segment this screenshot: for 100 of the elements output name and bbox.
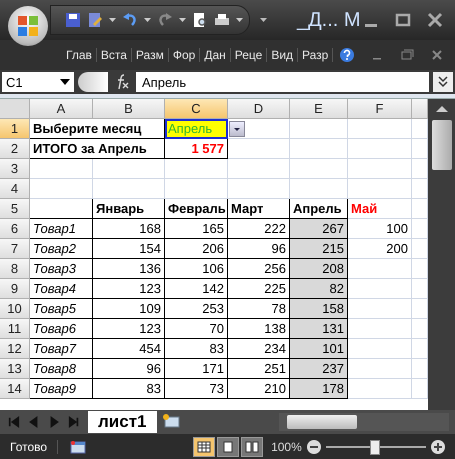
zoom-level[interactable]: 100%	[271, 440, 302, 454]
row-header[interactable]: 1	[0, 119, 30, 139]
macro-record-icon[interactable]	[70, 440, 86, 454]
ribbon-tab[interactable]: Разм	[132, 48, 169, 62]
row-header[interactable]: 14	[0, 379, 30, 399]
table-cell	[290, 139, 348, 159]
row-header[interactable]: 10	[0, 299, 30, 319]
highlighted-cell: 237	[290, 359, 348, 379]
maximize-icon[interactable]	[395, 12, 411, 28]
ribbon-tab[interactable]: Разр	[298, 48, 334, 62]
number-cell: 109	[93, 299, 165, 319]
sheet-tab[interactable]: лист1	[88, 411, 156, 433]
row-header[interactable]: 5	[0, 199, 30, 219]
number-cell: 100	[348, 219, 412, 239]
column-header[interactable]: F	[348, 99, 412, 119]
page-icon	[221, 441, 236, 453]
highlighted-cell: 267	[290, 219, 348, 239]
number-cell: 154	[93, 239, 165, 259]
row-header[interactable]: 12	[0, 339, 30, 359]
number-cell: 206	[165, 239, 228, 259]
column-header[interactable]: B	[93, 99, 165, 119]
table-cell	[93, 159, 165, 179]
ribbon-tab[interactable]: Фор	[168, 48, 200, 62]
row-header[interactable]: 4	[0, 179, 30, 199]
ribbon-tab[interactable]: Вид	[267, 48, 298, 62]
page-break-button[interactable]	[241, 437, 264, 457]
scroll-thumb[interactable]	[432, 120, 452, 170]
row-header[interactable]: 7	[0, 239, 30, 259]
customize-caret-icon[interactable]	[260, 18, 267, 22]
table-cell	[348, 139, 412, 159]
highlighted-cell: 208	[290, 259, 348, 279]
page-layout-button[interactable]	[217, 437, 240, 457]
formula-bar-handle[interactable]	[78, 72, 108, 92]
item-cell: Товар4	[30, 279, 93, 299]
caret-icon[interactable]	[60, 79, 70, 85]
table-cell	[348, 299, 412, 319]
save-icon[interactable]	[65, 12, 81, 28]
horizontal-scrollbar[interactable]	[279, 413, 449, 431]
printer-icon[interactable]	[214, 12, 230, 28]
window-title: _Д... М	[297, 8, 361, 32]
table-cell	[348, 119, 412, 139]
row-header[interactable]: 9	[0, 279, 30, 299]
item-cell: Товар8	[30, 359, 93, 379]
column-header[interactable]: E	[290, 99, 348, 119]
item-cell: Товар3	[30, 259, 93, 279]
zoom-slider[interactable]	[326, 439, 426, 455]
number-cell: 70	[165, 319, 228, 339]
number-cell: 168	[93, 219, 165, 239]
row-header[interactable]: 3	[0, 159, 30, 179]
caret-icon[interactable]	[109, 18, 116, 22]
name-box[interactable]: C1	[2, 72, 74, 92]
row-header[interactable]: 13	[0, 359, 30, 379]
item-cell: Товар1	[30, 219, 93, 239]
ribbon-tab[interactable]: Глав	[62, 48, 97, 62]
scroll-thumb[interactable]	[287, 415, 357, 429]
ribbon-tab[interactable]: Реце	[230, 48, 268, 62]
table-cell	[30, 159, 93, 179]
row-header[interactable]: 8	[0, 259, 30, 279]
highlighted-cell: 158	[290, 299, 348, 319]
table-cell	[348, 319, 412, 339]
table-cell	[30, 199, 93, 219]
slider-thumb[interactable]	[370, 440, 380, 455]
table-cell	[228, 179, 290, 199]
row-header[interactable]: 11	[0, 319, 30, 339]
ribbon-tab[interactable]: Дан	[200, 48, 231, 62]
office-button[interactable]	[8, 6, 48, 46]
close-icon[interactable]	[427, 12, 443, 28]
column-header[interactable]: C	[165, 99, 228, 119]
month-header: Май	[348, 199, 412, 219]
print-preview-icon[interactable]	[192, 12, 208, 28]
normal-view-button[interactable]	[193, 437, 216, 457]
number-cell: 83	[165, 339, 228, 359]
column-header[interactable]: D	[228, 99, 290, 119]
redo-icon[interactable]	[157, 12, 173, 28]
zoom-in-icon[interactable]	[430, 439, 446, 455]
row-header[interactable]: 2	[0, 139, 30, 159]
number-cell: 123	[93, 319, 165, 339]
caret-icon[interactable]	[144, 18, 151, 22]
zoom-out-icon[interactable]	[306, 439, 322, 455]
total-cell: 1 577	[165, 139, 228, 159]
number-cell: 106	[165, 259, 228, 279]
table-cell	[348, 359, 412, 379]
row-header[interactable]: 6	[0, 219, 30, 239]
number-cell: 142	[165, 279, 228, 299]
help-icon[interactable]	[339, 47, 356, 63]
caret-icon[interactable]	[179, 18, 186, 22]
document-pencil-icon[interactable]	[87, 12, 103, 28]
table-cell	[348, 179, 412, 199]
column-header[interactable]: A	[30, 99, 93, 119]
number-cell: 96	[93, 359, 165, 379]
table-cell	[290, 179, 348, 199]
ribbon-tab[interactable]: Вста	[96, 48, 132, 62]
vertical-scrollbar[interactable]	[428, 99, 455, 410]
number-cell: 200	[348, 239, 412, 259]
undo-icon[interactable]	[122, 12, 138, 28]
cell-label: ИТОГО за Апрель	[30, 139, 165, 159]
two-pages-icon	[245, 441, 260, 453]
number-cell: 136	[93, 259, 165, 279]
formula-field[interactable]: Апрель	[136, 72, 429, 92]
caret-icon[interactable]	[236, 18, 243, 22]
